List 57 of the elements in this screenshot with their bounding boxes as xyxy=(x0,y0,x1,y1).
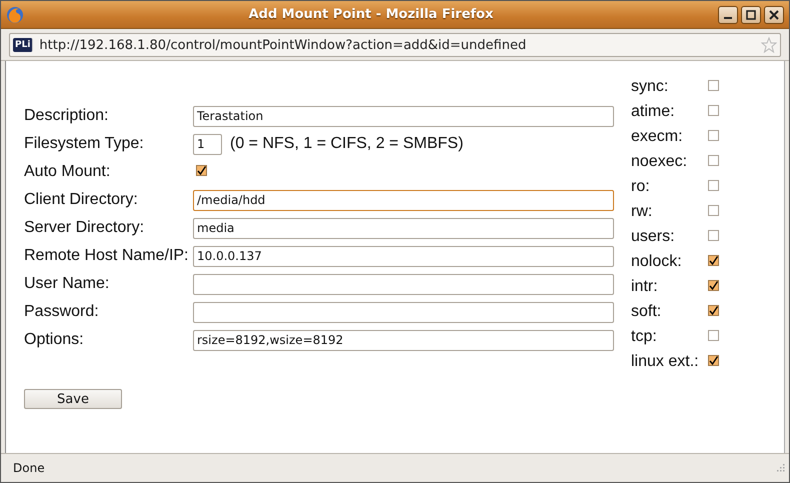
input-field[interactable]: /media/hdd xyxy=(193,190,614,210)
status-text: Done xyxy=(13,461,45,475)
field-label: Auto Mount: xyxy=(24,163,112,181)
checkbox[interactable] xyxy=(708,204,719,216)
address-bar[interactable]: PLi http://192.168.1.80/control/mountPointWindow?action=add&id=undefined xyxy=(9,33,781,57)
input-field[interactable]: 10.0.0.137 xyxy=(193,246,614,266)
field-label: Filesystem Type: xyxy=(24,135,145,153)
field-label: Client Directory: xyxy=(24,191,139,209)
field-label: Description: xyxy=(24,107,110,125)
checkbox[interactable] xyxy=(708,80,719,90)
checkbox[interactable] xyxy=(708,230,719,240)
input-field[interactable]: 1 xyxy=(193,134,222,154)
input-field[interactable]: media xyxy=(193,218,614,238)
field-label: Password: xyxy=(24,303,100,321)
url-text: http://192.168.1.80/control/mountPointWindow?action=add&id=undefined xyxy=(39,38,528,52)
window-title: Add Mount Point - Mozilla Firefox xyxy=(248,7,494,22)
checkbox[interactable] xyxy=(708,180,719,190)
option-label: execm: xyxy=(631,128,684,146)
option-label: linux ext.: xyxy=(631,352,700,370)
input-field[interactable] xyxy=(193,302,614,322)
save-button[interactable]: Save xyxy=(24,389,122,409)
option-label: sync: xyxy=(631,78,670,96)
input-field[interactable] xyxy=(193,274,614,294)
field-label: Remote Host Name/IP: xyxy=(24,247,190,265)
option-label: intr: xyxy=(631,278,659,296)
option-label: atime: xyxy=(631,102,676,120)
checkbox[interactable] xyxy=(708,104,719,116)
field-label: User Name: xyxy=(24,275,110,293)
maximize-button[interactable] xyxy=(741,6,761,24)
checkbox[interactable] xyxy=(708,330,719,340)
field-label: Server Directory: xyxy=(24,219,146,237)
option-label: nolock: xyxy=(631,252,683,270)
close-button[interactable] xyxy=(764,6,784,24)
field-label: Options: xyxy=(24,331,85,349)
input-field[interactable]: rsize=8192,wsize=8192 xyxy=(193,330,614,350)
checkbox[interactable] xyxy=(708,254,719,266)
input-field[interactable]: Terastation xyxy=(193,106,614,126)
option-label: noexec: xyxy=(631,152,688,170)
minimize-button[interactable] xyxy=(718,6,738,24)
browser-logo-icon xyxy=(6,6,24,24)
option-label: ro: xyxy=(631,178,651,196)
checkbox[interactable] xyxy=(708,154,719,166)
site-badge: PLi xyxy=(13,38,34,52)
checkbox[interactable] xyxy=(708,354,719,366)
option-label: rw: xyxy=(631,202,654,220)
maximize-icon xyxy=(746,10,756,20)
hint-text: (0 = NFS, 1 = CIFS, 2 = SMBFS) xyxy=(230,135,464,153)
option-label: soft: xyxy=(631,302,662,320)
option-label: tcp: xyxy=(631,328,658,346)
close-icon xyxy=(769,10,779,20)
bookmark-star-icon[interactable] xyxy=(761,37,777,53)
option-label: users: xyxy=(631,228,676,246)
checkbox[interactable] xyxy=(196,165,207,176)
checkbox[interactable] xyxy=(708,130,719,140)
minimize-icon xyxy=(724,16,732,18)
checkbox[interactable] xyxy=(708,280,719,290)
checkbox[interactable] xyxy=(708,304,719,316)
